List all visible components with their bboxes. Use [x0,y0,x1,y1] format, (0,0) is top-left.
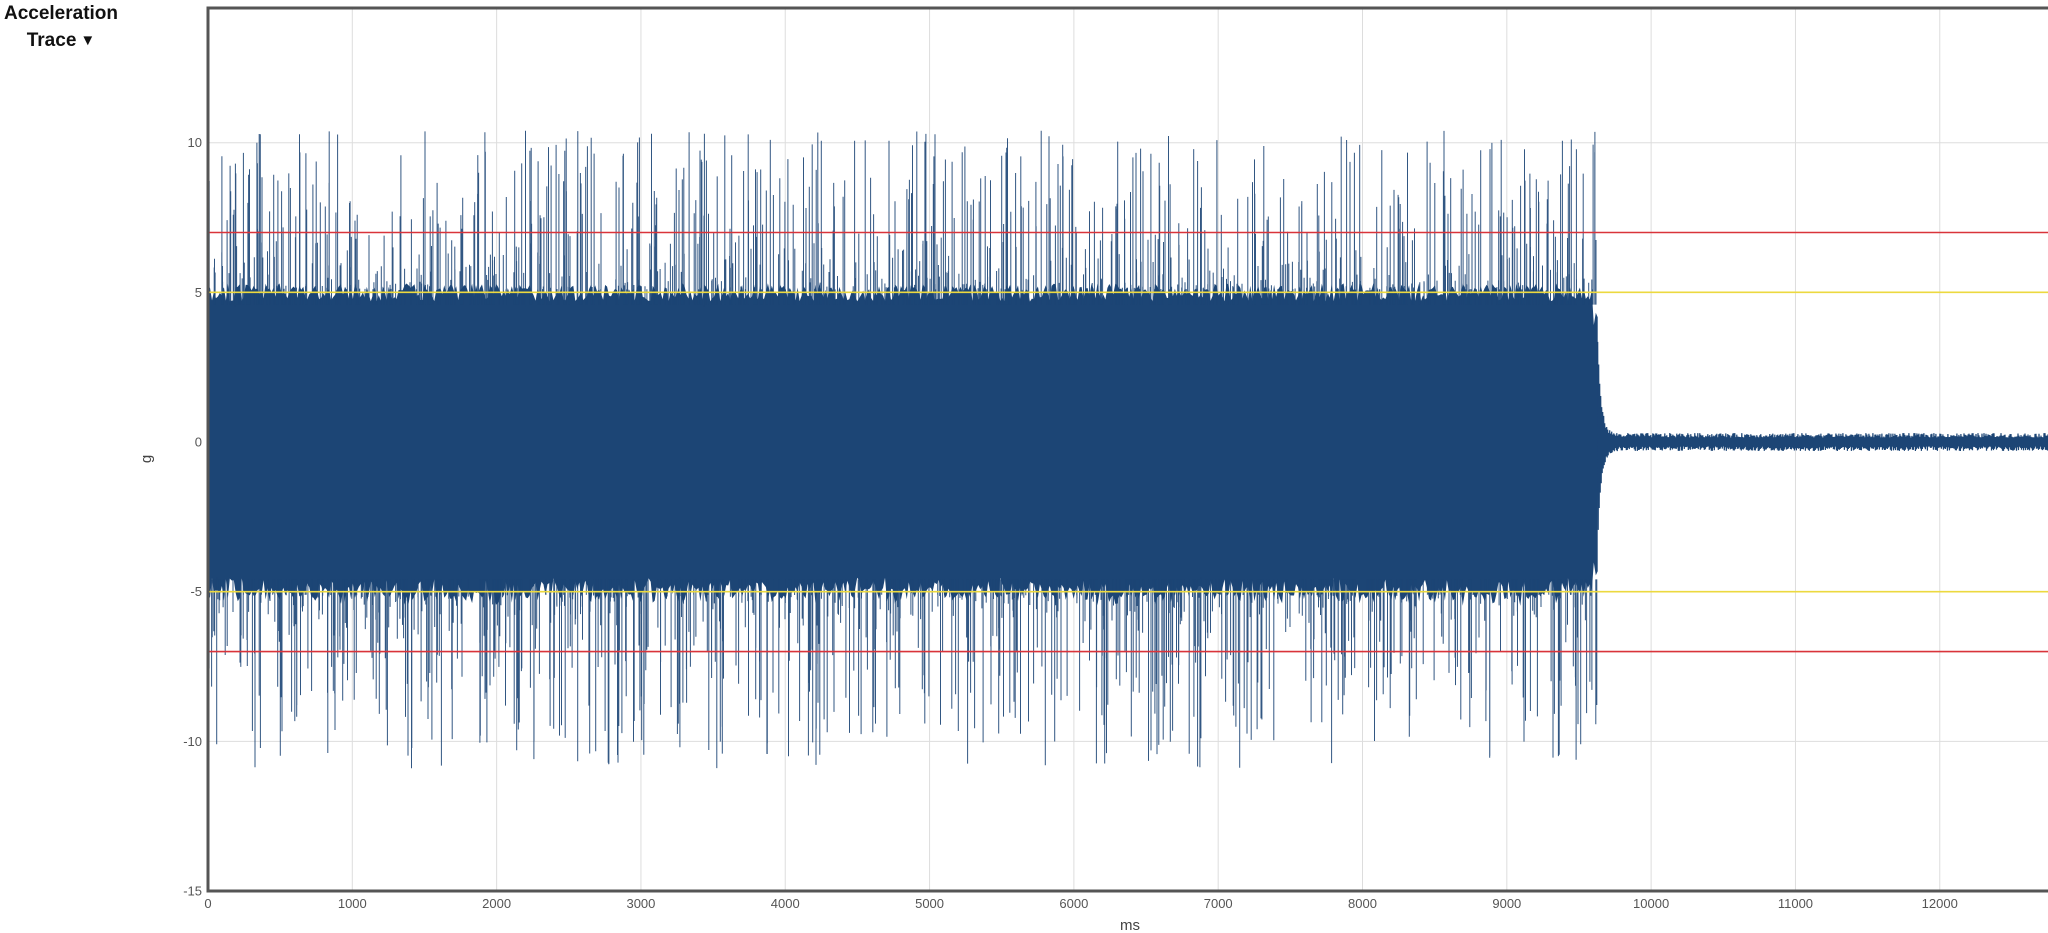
y-tick-label: -5 [190,584,202,599]
x-tick-label: 5000 [915,896,944,911]
trace-layer [208,130,2048,769]
y-tick-label: 10 [188,135,202,150]
x-tick-label: 8000 [1348,896,1377,911]
chart-svg: 0 1000 2000 3000 4000 5000 6000 7000 8000 9000 100… [138,6,2048,933]
x-tick-label: 4000 [771,896,800,911]
signal-core-band [208,283,1598,606]
x-axis-label: ms [1120,917,1140,933]
y-tick-label: 5 [195,285,202,300]
x-tick-label: 7000 [1204,896,1233,911]
x-tick-label: 1000 [338,896,367,911]
y-tick-label: -10 [183,734,202,749]
chart-app: Acceleration Trace ▼ 0 1000 2000 3000 4000 500… [0,0,2048,933]
signal-idle-tail [1597,341,2048,530]
x-tick-label: 6000 [1059,896,1088,911]
x-tick-label: 10000 [1633,896,1669,911]
x-tick-label: 3000 [626,896,655,911]
x-tick-label: 2000 [482,896,511,911]
y-tick-label: -15 [183,884,202,899]
y-axis-label: g [138,455,155,463]
x-tick-label: 9000 [1492,896,1521,911]
x-tick-label: 12000 [1922,896,1958,911]
x-tick-label: 0 [204,896,211,911]
x-tick-label: 11000 [1778,896,1813,911]
y-tick-label: 0 [195,435,202,450]
